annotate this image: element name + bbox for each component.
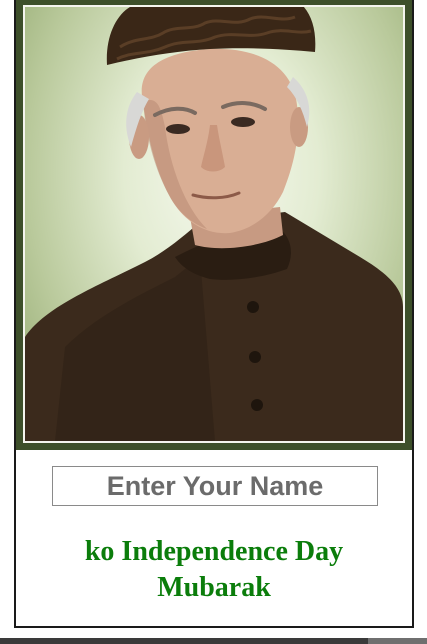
portrait-frame: [16, 0, 412, 450]
page: ko Independence Day Mubarak: [0, 0, 427, 644]
greeting-text: ko Independence Day Mubarak: [16, 534, 412, 606]
portrait-illustration: [25, 7, 403, 441]
greeting-line-2: Mubarak: [157, 572, 271, 603]
left-eye: [166, 124, 190, 134]
greeting-line-1: ko Independence Day: [84, 536, 344, 567]
greeting-card: ko Independence Day Mubarak: [14, 0, 414, 628]
button-1: [247, 301, 259, 313]
scrollbar-thumb[interactable]: [368, 638, 427, 644]
horizontal-scrollbar[interactable]: [0, 638, 427, 644]
portrait-image: [23, 5, 405, 443]
button-2: [249, 351, 261, 363]
button-3: [251, 399, 263, 411]
name-input[interactable]: [52, 466, 378, 506]
right-eye: [231, 117, 255, 127]
